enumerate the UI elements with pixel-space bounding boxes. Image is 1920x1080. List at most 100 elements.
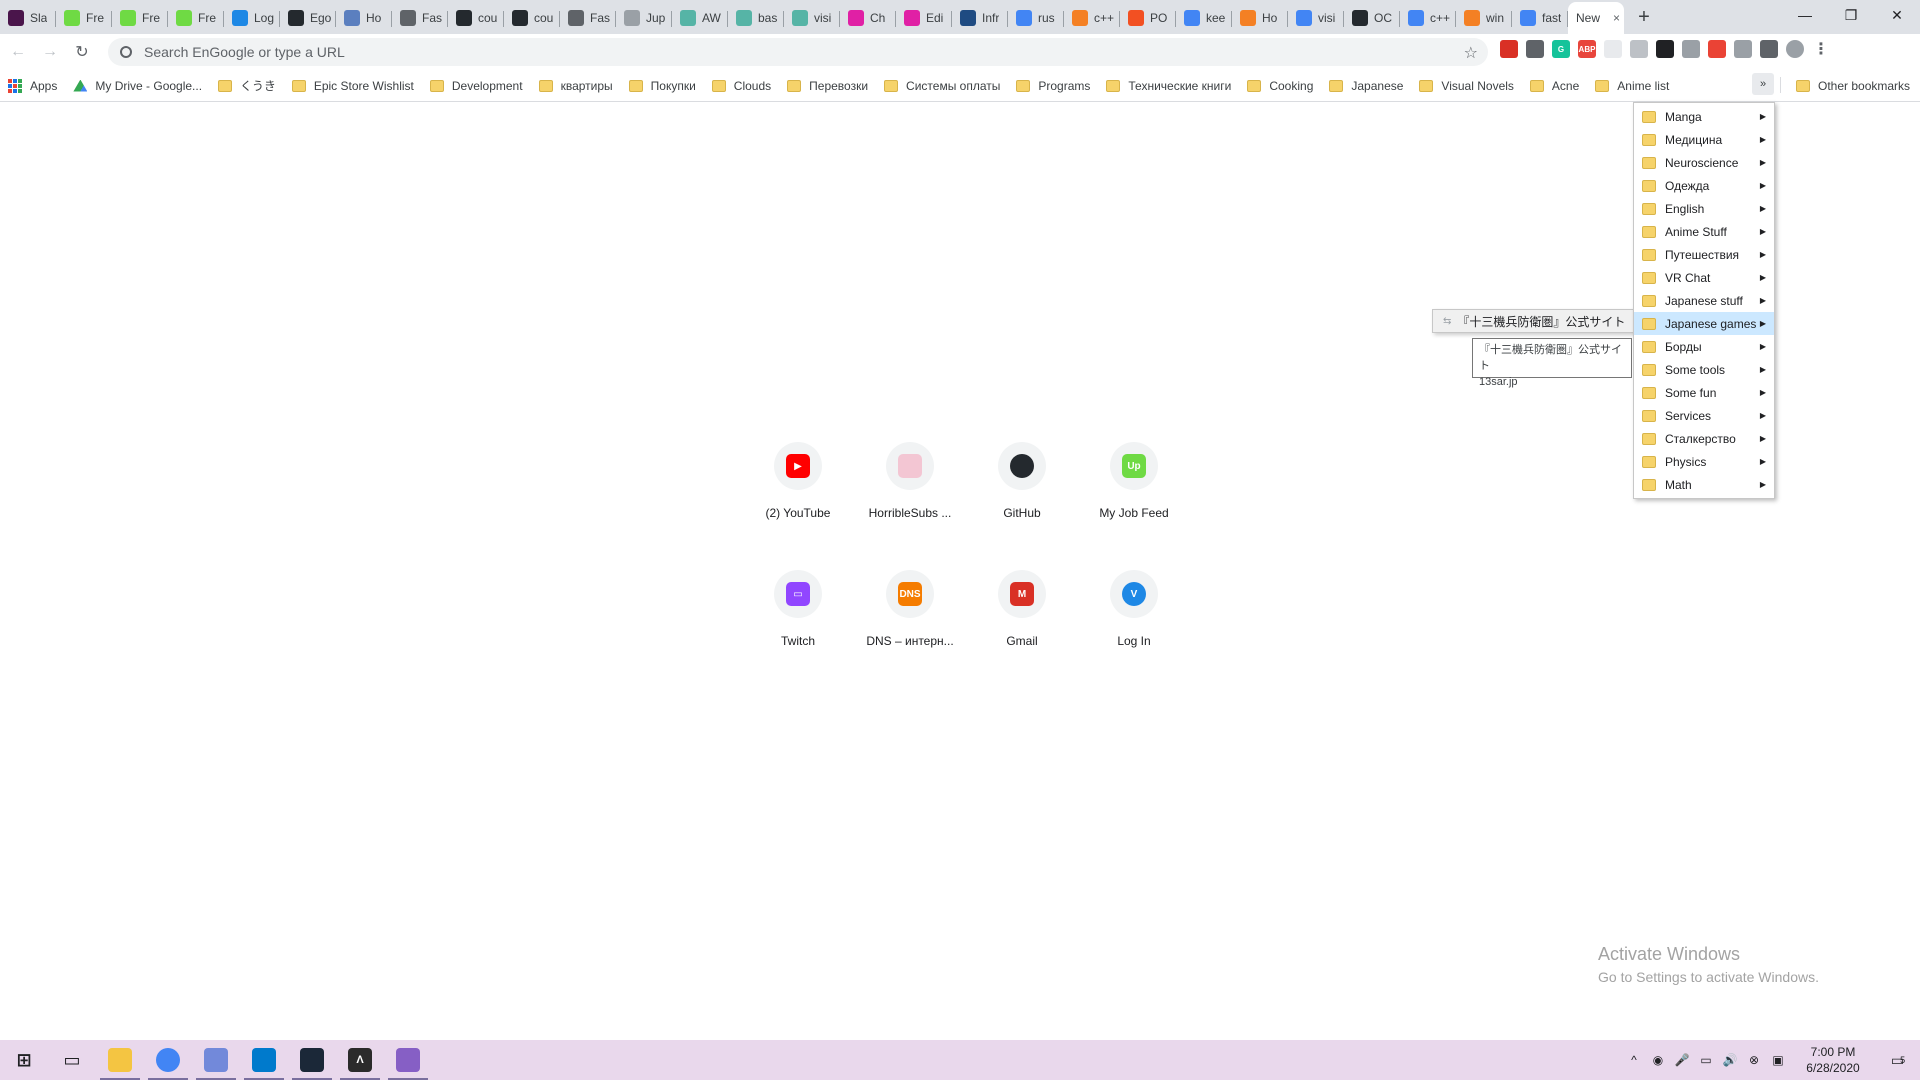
menu-item[interactable]: VR Chat ▶ [1634, 266, 1774, 289]
tray-icon[interactable]: ⊗ [1744, 1050, 1764, 1070]
menu-item[interactable]: Japanese games ▶ [1634, 312, 1774, 335]
bookmark-folder[interactable]: квартиры [531, 74, 621, 98]
kebab-menu-icon[interactable]: ⋮ [1812, 40, 1830, 58]
close-tab-icon[interactable]: × [1613, 11, 1620, 25]
bookmarks-overflow-chevron[interactable]: » [1752, 73, 1774, 95]
shortcut-tile[interactable]: GitHub [966, 438, 1078, 544]
tray-icon[interactable]: ◉ [1648, 1050, 1668, 1070]
tab[interactable]: c++ [1064, 2, 1120, 34]
bookmark-folder[interactable]: Технические книги [1098, 74, 1239, 98]
tray-icon[interactable]: 🎤 [1672, 1050, 1692, 1070]
bookmark-folder[interactable]: Покупки [621, 74, 704, 98]
menu-item[interactable]: Japanese stuff ▶ [1634, 289, 1774, 312]
tab[interactable]: cou [504, 2, 560, 34]
tray-icon[interactable]: 🔊 [1720, 1050, 1740, 1070]
tab[interactable]: Log [224, 2, 280, 34]
bookmark-my-drive[interactable]: My Drive - Google... [65, 74, 210, 98]
taskbar-item[interactable]: ▭ [48, 1040, 96, 1080]
forward-button[interactable]: → [36, 38, 64, 66]
tab[interactable]: visi [784, 2, 840, 34]
puzzle-extension-icon[interactable] [1760, 40, 1778, 58]
maximize-icon[interactable]: ❐ [1828, 0, 1874, 30]
taskbar-item[interactable]: Λ [336, 1040, 384, 1080]
bookmark-folder[interactable]: Cooking [1239, 74, 1321, 98]
tab[interactable]: Jup [616, 2, 672, 34]
reload-button[interactable]: ↻ [68, 38, 96, 66]
tray-icon[interactable]: ^ [1624, 1050, 1644, 1070]
bookmark-folder[interactable]: Japanese [1321, 74, 1411, 98]
red-book-extension-icon[interactable] [1500, 40, 1518, 58]
menu-item[interactable]: Борды ▶ [1634, 335, 1774, 358]
tab[interactable]: bas [728, 2, 784, 34]
tab[interactable]: AW [672, 2, 728, 34]
table-extension-icon[interactable] [1656, 40, 1674, 58]
notifications-button[interactable]: ▭ 5 [1876, 1052, 1920, 1069]
tab[interactable]: Fre [56, 2, 112, 34]
bookmark-other-bookmarks[interactable]: Other bookmarks [1788, 70, 1918, 102]
shortcut-tile[interactable]: ▶ (2) YouTube [742, 438, 854, 544]
taskbar-item[interactable] [240, 1040, 288, 1080]
menu-item[interactable]: Manga ▶ [1634, 105, 1774, 128]
bookmark-folder[interactable]: くうき [210, 74, 284, 98]
vr-extension-icon[interactable] [1734, 40, 1752, 58]
tray-icon[interactable]: ▭ [1696, 1050, 1716, 1070]
tab[interactable]: Edi [896, 2, 952, 34]
tab[interactable]: Ho [1232, 2, 1288, 34]
blank-extension-icon[interactable] [1604, 40, 1622, 58]
menu-item[interactable]: Путешествия ▶ [1634, 243, 1774, 266]
bookmark-folder[interactable]: Clouds [704, 74, 779, 98]
menu-item[interactable]: Some tools ▶ [1634, 358, 1774, 381]
tab[interactable]: c++ [1400, 2, 1456, 34]
menu-item[interactable]: English ▶ [1634, 197, 1774, 220]
shortcut-tile[interactable]: DNS DNS – интерн... [854, 566, 966, 672]
menu-item[interactable]: Math ▶ [1634, 473, 1774, 496]
bookmark-folder[interactable]: Anime list [1587, 74, 1677, 98]
tab[interactable]: Sla [0, 2, 56, 34]
tab[interactable]: PO [1120, 2, 1176, 34]
gauge-extension-icon[interactable] [1630, 40, 1648, 58]
store-extension-icon[interactable] [1526, 40, 1544, 58]
tab[interactable]: Ho [336, 2, 392, 34]
shortcut-tile[interactable]: ▭ Twitch [742, 566, 854, 672]
bookmark-folder[interactable]: Epic Store Wishlist [284, 74, 422, 98]
tab[interactable]: rus [1008, 2, 1064, 34]
taskbar-item[interactable] [96, 1040, 144, 1080]
bookmark-folder[interactable]: Visual Novels [1411, 74, 1521, 98]
tab[interactable]: fast [1512, 2, 1568, 34]
bookmark-folder[interactable]: Development [422, 74, 531, 98]
clock[interactable]: 7:00 PM 6/28/2020 [1790, 1044, 1876, 1076]
tray-icon[interactable]: ▣ [1768, 1050, 1788, 1070]
adblock-extension-icon[interactable]: ABP [1578, 40, 1596, 58]
tab-new-tab[interactable]: New × [1568, 2, 1624, 34]
menu-item[interactable]: Одежда ▶ [1634, 174, 1774, 197]
bookmark-star-icon[interactable]: ☆ [1464, 43, 1478, 63]
shortcut-tile[interactable]: V Log In [1078, 566, 1190, 672]
minimize-icon[interactable]: — [1782, 0, 1828, 30]
taskbar-item[interactable] [384, 1040, 432, 1080]
tab[interactable]: Fre [168, 2, 224, 34]
submenu-japanese-games[interactable]: ⇆ 『十三機兵防衛圏』公式サイト [1432, 309, 1635, 333]
menu-item[interactable]: Медицина ▶ [1634, 128, 1774, 151]
bookmark-folder[interactable]: Системы оплаты [876, 74, 1008, 98]
taskbar-item[interactable] [288, 1040, 336, 1080]
shortcut-tile[interactable]: HorribleSubs ... [854, 438, 966, 544]
cast-extension-icon[interactable] [1682, 40, 1700, 58]
tab[interactable]: win [1456, 2, 1512, 34]
bookmark-apps[interactable]: Apps [0, 74, 65, 98]
shortcut-tile[interactable]: M Gmail [966, 566, 1078, 672]
menu-item[interactable]: Сталкерство ▶ [1634, 427, 1774, 450]
taskbar-item[interactable]: ⊞ [0, 1040, 48, 1080]
shortcut-tile[interactable]: Up My Job Feed [1078, 438, 1190, 544]
menu-item[interactable]: Neuroscience ▶ [1634, 151, 1774, 174]
back-button[interactable]: ← [4, 38, 32, 66]
profile-avatar-icon[interactable] [1786, 40, 1804, 58]
omnibox-input[interactable] [142, 43, 1346, 61]
taskbar-item[interactable] [144, 1040, 192, 1080]
tab[interactable]: OC [1344, 2, 1400, 34]
tab[interactable]: Ch [840, 2, 896, 34]
menu-item[interactable]: Anime Stuff ▶ [1634, 220, 1774, 243]
bookmark-folder[interactable]: Перевозки [779, 74, 876, 98]
tab[interactable]: Ego [280, 2, 336, 34]
tab[interactable]: Fre [112, 2, 168, 34]
tab[interactable]: kee [1176, 2, 1232, 34]
